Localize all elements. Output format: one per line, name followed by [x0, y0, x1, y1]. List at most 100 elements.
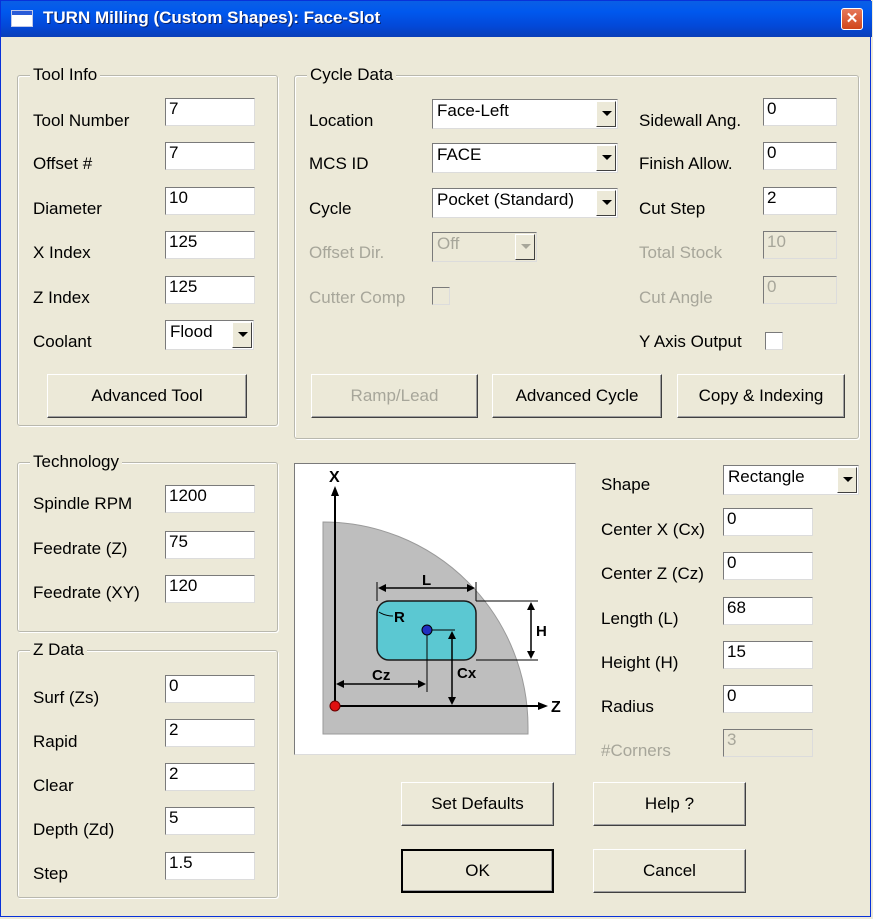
coolant-select[interactable]: Flood: [165, 320, 254, 350]
advanced-tool-button[interactable]: Advanced Tool: [47, 374, 247, 418]
cutter-comp-label: Cutter Comp: [309, 288, 406, 307]
spindle-rpm-label: Spindle RPM: [33, 494, 133, 513]
help-label: Help ?: [644, 794, 695, 813]
length-label: L: [422, 572, 431, 589]
diameter-label: Diameter: [33, 199, 102, 218]
shape-diagram-svg: X Z L H R Cz Cx: [322, 469, 561, 735]
length-field-label: Length (L): [601, 609, 679, 628]
clear-field[interactable]: 2: [165, 763, 255, 791]
y-axis-output-checkbox[interactable]: [765, 332, 783, 350]
center-z-label: Cz: [372, 667, 390, 684]
corners-field[interactable]: 3: [723, 729, 813, 757]
cut-angle-field[interactable]: 0: [763, 276, 837, 304]
offset-dir-value: Off: [437, 234, 460, 253]
total-stock-field[interactable]: 10: [763, 231, 837, 259]
set-defaults-label: Set Defaults: [431, 794, 524, 813]
help-button[interactable]: Help ?: [593, 782, 746, 826]
center-z-field[interactable]: 0: [723, 552, 813, 580]
chevron-down-icon[interactable]: [596, 145, 616, 171]
coolant-label: Coolant: [33, 332, 92, 351]
height-field[interactable]: 15: [723, 641, 813, 669]
ramp-lead-button[interactable]: Ramp/Lead: [311, 374, 478, 418]
z-index-field[interactable]: 125: [165, 276, 255, 304]
x-axis-label: X: [329, 469, 340, 486]
chevron-down-icon[interactable]: [232, 322, 252, 348]
chevron-down-icon[interactable]: [596, 190, 616, 216]
radius-field[interactable]: 0: [723, 685, 813, 713]
copy-indexing-label: Copy & Indexing: [698, 386, 824, 405]
x-index-field[interactable]: 125: [165, 231, 255, 259]
z-data-legend: Z Data: [30, 640, 88, 660]
z-axis-arrow-icon: [538, 702, 548, 710]
sidewall-ang-field[interactable]: 0: [763, 98, 837, 126]
chevron-down-icon[interactable]: [596, 101, 616, 127]
feedrate-xy-field[interactable]: 120: [165, 575, 255, 603]
depth-field[interactable]: 5: [165, 807, 255, 835]
surf-field[interactable]: 0: [165, 675, 255, 703]
cycle-select[interactable]: Pocket (Standard): [432, 188, 618, 218]
x-index-label: X Index: [33, 243, 91, 262]
shape-select[interactable]: Rectangle: [723, 465, 859, 495]
advanced-cycle-button[interactable]: Advanced Cycle: [492, 374, 662, 418]
height-label: H: [536, 623, 547, 640]
feedrate-xy-label: Feedrate (XY): [33, 583, 140, 602]
tool-info-legend: Tool Info: [30, 65, 101, 85]
step-field[interactable]: 1.5: [165, 852, 255, 880]
copy-indexing-button[interactable]: Copy & Indexing: [677, 374, 845, 418]
center-x-label: Cx: [457, 665, 477, 682]
origin-point: [329, 700, 341, 712]
mcs-id-label: MCS ID: [309, 154, 369, 173]
close-button[interactable]: ✕: [841, 8, 863, 30]
location-select[interactable]: Face-Left: [432, 99, 618, 129]
offset-dir-select[interactable]: Off: [432, 232, 537, 262]
center-x-field[interactable]: 0: [723, 508, 813, 536]
length-field[interactable]: 68: [723, 597, 813, 625]
z-index-label: Z Index: [33, 288, 90, 307]
chevron-down-icon[interactable]: [837, 467, 857, 493]
finish-allow-label: Finish Allow.: [639, 154, 733, 173]
window-title: TURN Milling (Custom Shapes): Face-Slot: [43, 8, 381, 27]
diameter-field[interactable]: 10: [165, 187, 255, 215]
chevron-down-icon[interactable]: [515, 234, 535, 260]
cutter-comp-checkbox[interactable]: [432, 287, 450, 305]
advanced-tool-label: Advanced Tool: [91, 386, 203, 405]
offset-field[interactable]: 7: [165, 142, 255, 170]
cancel-label: Cancel: [643, 861, 696, 880]
tool-number-field[interactable]: 7: [165, 98, 255, 126]
window-app-icon: [11, 10, 33, 27]
radius-field-label: Radius: [601, 697, 654, 716]
advanced-cycle-label: Advanced Cycle: [515, 386, 639, 405]
height-field-label: Height (H): [601, 653, 679, 672]
clear-label: Clear: [33, 776, 74, 795]
sidewall-ang-label: Sidewall Ang.: [639, 111, 742, 130]
center-x-field-label: Center X (Cx): [601, 520, 705, 539]
cycle-label: Cycle: [309, 199, 352, 218]
center-point: [421, 624, 433, 636]
cycle-value: Pocket (Standard): [437, 190, 575, 209]
step-label: Step: [33, 864, 68, 883]
set-defaults-button[interactable]: Set Defaults: [401, 782, 554, 826]
feedrate-z-field[interactable]: 75: [165, 531, 255, 559]
ramp-lead-label: Ramp/Lead: [350, 386, 439, 405]
ok-button[interactable]: OK: [401, 849, 554, 893]
cancel-button[interactable]: Cancel: [593, 849, 746, 893]
x-axis-arrow-icon: [331, 486, 339, 496]
title-bar[interactable]: TURN Milling (Custom Shapes): Face-Slot …: [1, 1, 872, 37]
technology-legend: Technology: [30, 452, 123, 472]
spindle-rpm-field[interactable]: 1200: [165, 485, 255, 513]
z-axis-label: Z: [551, 699, 561, 716]
coolant-value: Flood: [170, 322, 213, 341]
finish-allow-field[interactable]: 0: [763, 142, 837, 170]
tool-number-label: Tool Number: [33, 111, 130, 130]
cut-step-label: Cut Step: [639, 199, 706, 218]
rapid-field[interactable]: 2: [165, 719, 255, 747]
cut-step-field[interactable]: 2: [763, 187, 837, 215]
mcs-id-select[interactable]: FACE: [432, 143, 618, 173]
radius-label: R: [394, 609, 405, 626]
shape-value: Rectangle: [728, 467, 805, 486]
mcs-id-value: FACE: [437, 145, 482, 164]
dialog-window: TURN Milling (Custom Shapes): Face-Slot …: [0, 0, 872, 917]
location-value: Face-Left: [437, 101, 509, 120]
location-label: Location: [309, 111, 374, 130]
offset-label: Offset #: [33, 154, 93, 173]
